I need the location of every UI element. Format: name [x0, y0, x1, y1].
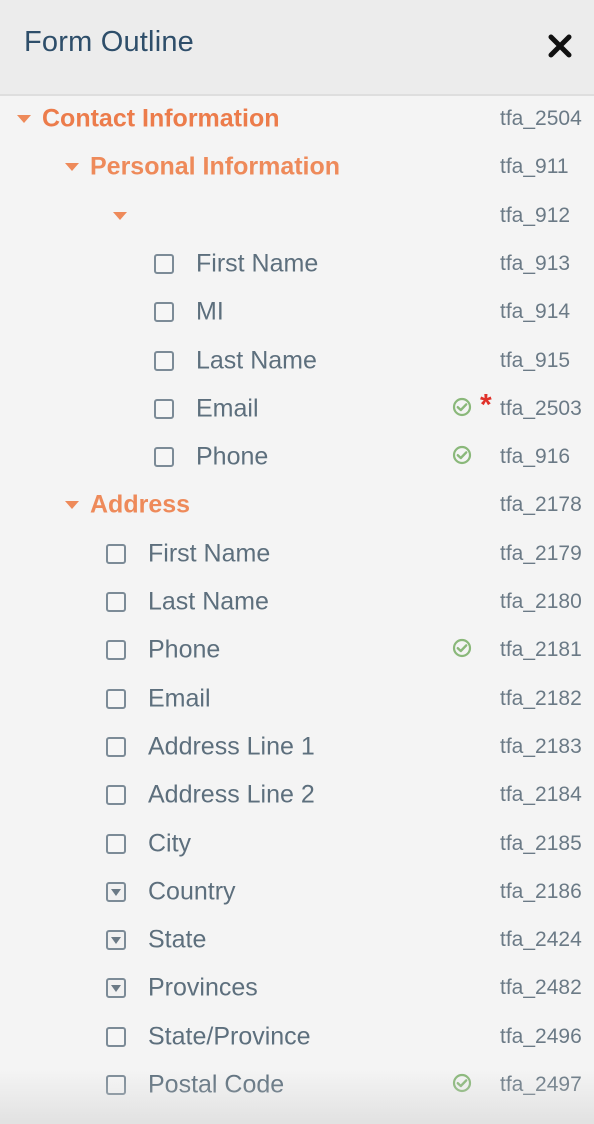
field-id: tfa_2184: [500, 783, 582, 807]
field-id: tfa_914: [500, 300, 571, 324]
required-asterisk: *: [480, 388, 492, 422]
text-field-icon[interactable]: [154, 447, 174, 468]
outline-field-row[interactable]: State/Province tfa_2496: [0, 1013, 594, 1061]
field-id: tfa_2496: [500, 1024, 582, 1048]
field-id: tfa_2180: [500, 590, 582, 613]
text-field-icon[interactable]: [106, 1075, 126, 1095]
form-outline-panel: Form Outline Contact Information tfa_2504…: [0, 0, 594, 1124]
caret-down-icon[interactable]: [112, 211, 128, 221]
field-label: Last Name: [148, 587, 269, 616]
field-id: tfa_2185: [500, 831, 582, 855]
text-field-icon[interactable]: [106, 833, 126, 854]
field-id: tfa_911: [500, 155, 569, 179]
caret-down-icon[interactable]: [16, 114, 32, 124]
outline-group-row[interactable]: Personal Information tfa_911: [0, 143, 594, 191]
field-label: Phone: [148, 635, 221, 664]
text-field-icon[interactable]: [106, 736, 126, 757]
field-id: tfa_2186: [500, 879, 582, 903]
panel-title: Form Outline: [24, 26, 194, 58]
outline-field-row[interactable]: Address Line 2 tfa_2184: [0, 771, 594, 819]
field-label: Email: [196, 394, 259, 423]
outline-field-row[interactable]: State tfa_2424: [0, 916, 594, 964]
text-field-icon[interactable]: [154, 253, 174, 274]
field-label: First Name: [196, 249, 319, 278]
text-field-icon[interactable]: [154, 398, 174, 419]
outline-group-row[interactable]: tfa_912: [0, 192, 594, 240]
text-field-icon[interactable]: [106, 543, 126, 564]
validation-check-icon: [452, 445, 472, 465]
field-label: City: [148, 829, 192, 857]
field-id: tfa_2497: [500, 1073, 582, 1096]
field-label: Provinces: [148, 973, 258, 1002]
text-field-icon[interactable]: [106, 640, 126, 661]
group-label: Personal Information: [90, 152, 341, 181]
field-id: tfa_916: [500, 445, 571, 469]
dropdown-field-icon[interactable]: [106, 978, 126, 999]
field-id: tfa_2179: [500, 541, 582, 565]
field-id: tfa_2482: [500, 976, 582, 1000]
caret-down-icon[interactable]: [64, 162, 80, 172]
field-id: tfa_2424: [500, 928, 582, 952]
field-id: tfa_2504: [500, 107, 582, 130]
field-label: Country: [148, 877, 236, 906]
outline-field-row[interactable]: First Name tfa_2179: [0, 530, 594, 578]
outline-field-row[interactable]: Country tfa_2186: [0, 868, 594, 916]
group-label: Address: [90, 490, 191, 519]
text-field-icon[interactable]: [154, 302, 174, 323]
outline-field-row[interactable]: Phone tfa_2181: [0, 626, 594, 674]
outline-group-row[interactable]: Address tfa_2178: [0, 481, 594, 529]
field-label: State: [148, 925, 207, 954]
dropdown-field-icon[interactable]: [106, 930, 126, 951]
field-label: Address Line 1: [148, 732, 315, 761]
outline-field-row[interactable]: First Name tfa_913: [0, 240, 594, 288]
field-id: tfa_913: [500, 251, 571, 275]
close-x-icon: [548, 34, 572, 58]
field-id: tfa_912: [500, 203, 571, 227]
outline-field-row[interactable]: Address Line 1 tfa_2183: [0, 723, 594, 771]
field-label: Last Name: [196, 346, 317, 374]
field-id: tfa_2178: [500, 493, 582, 517]
panel-header: Form Outline: [0, 0, 594, 96]
close-button[interactable]: [544, 30, 576, 62]
field-label: Address Line 2: [148, 780, 315, 809]
validation-check-icon: [452, 638, 472, 658]
outline-field-row[interactable]: Last Name tfa_915: [0, 337, 594, 385]
text-field-icon[interactable]: [106, 688, 126, 709]
outline-field-row[interactable]: Last Name tfa_2180: [0, 578, 594, 626]
field-label: MI: [196, 297, 224, 326]
group-label: Contact Information: [42, 104, 280, 133]
field-id: tfa_2182: [500, 686, 582, 710]
field-id: tfa_2503: [500, 396, 582, 420]
field-id: tfa_2181: [500, 638, 582, 662]
text-field-icon[interactable]: [154, 350, 174, 371]
outline-field-row[interactable]: Email tfa_2182: [0, 675, 594, 723]
field-label: State/Province: [148, 1022, 311, 1051]
field-label: First Name: [148, 539, 271, 568]
caret-down-icon[interactable]: [64, 500, 80, 510]
outline-group-row[interactable]: Contact Information tfa_2504: [0, 95, 594, 143]
text-field-icon[interactable]: [106, 592, 126, 612]
outline-field-row[interactable]: MI tfa_914: [0, 288, 594, 336]
field-id: tfa_2183: [500, 734, 582, 758]
validation-check-icon: [452, 397, 472, 417]
outline-field-row[interactable]: Phone tfa_916: [0, 433, 594, 481]
field-label: Phone: [196, 442, 269, 471]
outline-field-row[interactable]: Email * tfa_2503: [0, 385, 594, 433]
outline-field-row[interactable]: Postal Code tfa_2497: [0, 1061, 594, 1109]
field-id: tfa_915: [500, 348, 571, 372]
field-label: Email: [148, 684, 211, 713]
validation-check-icon: [452, 1073, 472, 1093]
text-field-icon[interactable]: [106, 785, 126, 806]
text-field-icon[interactable]: [106, 1026, 126, 1047]
outline-field-row[interactable]: City tfa_2185: [0, 820, 594, 868]
outline-field-row[interactable]: Provinces tfa_2482: [0, 964, 594, 1012]
field-label: Postal Code: [148, 1070, 285, 1099]
dropdown-field-icon[interactable]: [106, 881, 126, 902]
